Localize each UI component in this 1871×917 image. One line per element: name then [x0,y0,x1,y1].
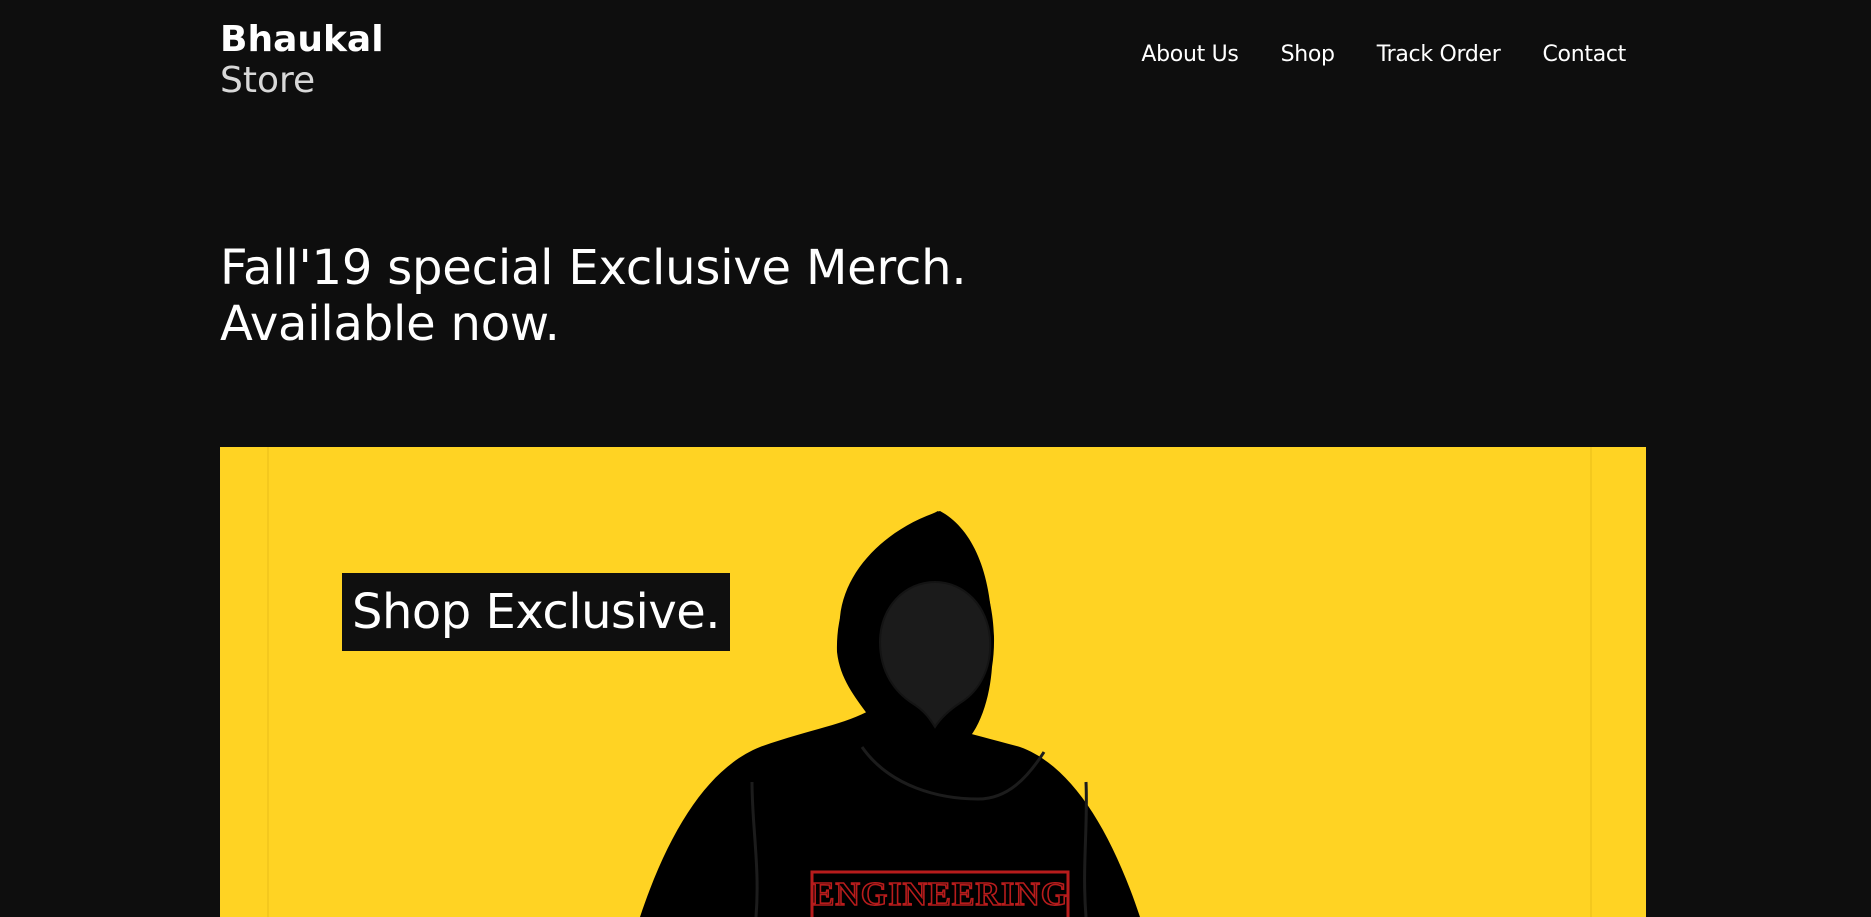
nav-contact[interactable]: Contact [1543,42,1627,67]
nav-track-order[interactable]: Track Order [1377,42,1501,67]
nav-about-us[interactable]: About Us [1141,42,1239,67]
nav-shop[interactable]: Shop [1281,42,1335,67]
logo-brand[interactable]: Bhaukal [220,20,384,60]
hero-headline-line2: Available now. [220,296,560,352]
main-nav: About Us Shop Track Order Contact [1141,42,1626,67]
logo-subtitle: Store [220,60,316,101]
hoodie-image: ENGINEERING [640,511,1140,917]
banner-edge-left [267,447,269,917]
hero-headline-line1: Fall'19 special Exclusive Merch. [220,240,967,296]
page: Bhaukal Store About Us Shop Track Order … [0,0,1871,917]
hero-headline: Fall'19 special Exclusive Merch. Availab… [220,240,967,352]
hoodie-seam-right [1083,781,1088,917]
print-text: ENGINEERING [812,876,1069,913]
banner-edge-right [1590,447,1592,917]
promo-banner[interactable]: Shop Exclusive. ENGINEERING [220,447,1646,917]
logo[interactable]: Bhaukal Store [220,20,384,101]
